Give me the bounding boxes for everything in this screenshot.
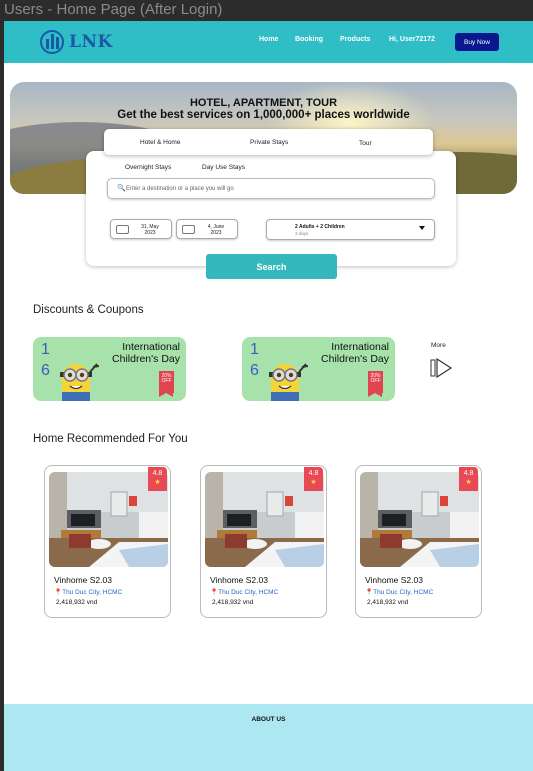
location-pin-icon: 📍 — [365, 589, 374, 596]
nav-booking[interactable]: Booking — [295, 36, 323, 43]
logo[interactable]: LNK — [40, 30, 113, 54]
home-name: Vinhome S2.03 — [210, 575, 268, 585]
rating-value: 4.8 — [152, 470, 163, 477]
location-pin-icon: 📍 — [210, 589, 219, 596]
search-tabs: Hotel & Home Private Stays Tour — [104, 129, 433, 155]
checkout-date[interactable]: 4, June 2023 — [176, 219, 238, 239]
star-icon: ★ — [154, 479, 161, 486]
caret-down-icon — [419, 226, 425, 230]
guests-select[interactable]: 2 Adults + 2 Children 3 days — [266, 219, 435, 240]
tab-hotel-home[interactable]: Hotel & Home — [140, 139, 180, 146]
more-label[interactable]: More — [431, 342, 446, 349]
rating-value: 4.8 — [463, 470, 474, 477]
guests-summary: 2 Adults + 2 Children — [295, 224, 345, 230]
hero-subtitle: Get the best services on 1,000,000+ plac… — [117, 109, 410, 121]
search-button[interactable]: Search — [206, 254, 337, 279]
guests-nights: 3 days — [295, 231, 309, 236]
star-icon: ★ — [310, 479, 317, 486]
footer: ABOUT US — [4, 704, 533, 771]
home-card[interactable]: 4.8 ★ Vinhome S2.03 📍Thu Duc City, HCMC 2… — [200, 465, 327, 618]
logo-icon — [40, 30, 64, 54]
home-price: 2,418,932 vnd — [56, 599, 98, 606]
home-location: 📍Thu Duc City, HCMC — [210, 589, 279, 596]
home-price: 2,418,932 vnd — [212, 599, 254, 606]
tab-tour[interactable]: Tour — [359, 140, 372, 147]
hero-title: HOTEL, APARTMENT, TOUR — [189, 97, 338, 109]
home-location: 📍Thu Duc City, HCMC — [365, 589, 434, 596]
calendar-icon — [182, 225, 195, 234]
checkin-date[interactable]: 31, May 2023 — [110, 219, 172, 239]
subtab-day-use[interactable]: Day Use Stays — [202, 164, 245, 171]
nav-home[interactable]: Home — [259, 36, 278, 43]
rating-badge: 4.8 ★ — [304, 467, 323, 491]
discounts-title: Discounts & Coupons — [33, 304, 144, 316]
rating-badge: 4.8 ★ — [459, 467, 478, 491]
arrow-right-icon[interactable] — [430, 357, 454, 379]
buy-now-button[interactable]: Buy Now — [455, 33, 499, 51]
coupon-day: 1 — [250, 341, 259, 358]
home-card[interactable]: 4.8 ★ Vinhome S2.03 📍Thu Duc City, HCMC 2… — [355, 465, 482, 618]
about-us-link[interactable]: ABOUT US — [4, 716, 533, 723]
coupon-title: International Children's Day — [321, 341, 389, 365]
minion-illustration — [269, 363, 308, 401]
calendar-icon — [116, 225, 129, 234]
coupon-day: 1 — [41, 341, 50, 358]
checkout-year: 2023 — [210, 230, 222, 236]
home-location: 📍Thu Duc City, HCMC — [54, 589, 123, 596]
nav-products[interactable]: Products — [340, 36, 370, 43]
home-page: LNK Home Booking Products Hi, User72172 … — [4, 21, 533, 771]
home-name: Vinhome S2.03 — [54, 575, 112, 585]
destination-input[interactable]: 🔍 Enter a destination or a place you wil… — [107, 178, 435, 199]
home-name: Vinhome S2.03 — [365, 575, 423, 585]
tab-private-stays[interactable]: Private Stays — [250, 139, 288, 146]
coupon-card[interactable]: 1 6 International Children's Day 20% OFF — [242, 337, 395, 401]
home-card[interactable]: 4.8 ★ Vinhome S2.03 📍Thu Duc City, HCMC 2… — [44, 465, 171, 618]
location-pin-icon: 📍 — [54, 589, 63, 596]
discount-tag: 20% OFF — [159, 371, 174, 397]
star-icon: ★ — [465, 479, 472, 486]
nav-user-greeting[interactable]: Hi, User72172 — [389, 36, 435, 43]
coupon-month: 6 — [41, 362, 50, 379]
coupon-month: 6 — [250, 362, 259, 379]
recommended-title: Home Recommended For You — [33, 433, 188, 445]
discount-tag: 20% OFF — [368, 371, 383, 397]
coupon-card[interactable]: 1 6 International Children's Day 20% OFF — [33, 337, 186, 401]
home-price: 2,418,932 vnd — [367, 599, 409, 606]
logo-text: LNK — [69, 32, 113, 52]
frame-title: Users - Home Page (After Login) — [4, 1, 223, 18]
minion-illustration — [60, 363, 99, 401]
checkin-year: 2023 — [144, 230, 156, 236]
coupon-title: International Children's Day — [112, 341, 180, 365]
top-navbar: LNK Home Booking Products Hi, User72172 … — [4, 21, 533, 63]
rating-value: 4.8 — [308, 470, 319, 477]
search-icon: 🔍 — [117, 185, 126, 192]
subtab-overnight[interactable]: Overnight Stays — [125, 164, 171, 171]
destination-placeholder: Enter a destination or a place you will … — [126, 185, 234, 192]
rating-badge: 4.8 ★ — [148, 467, 167, 491]
